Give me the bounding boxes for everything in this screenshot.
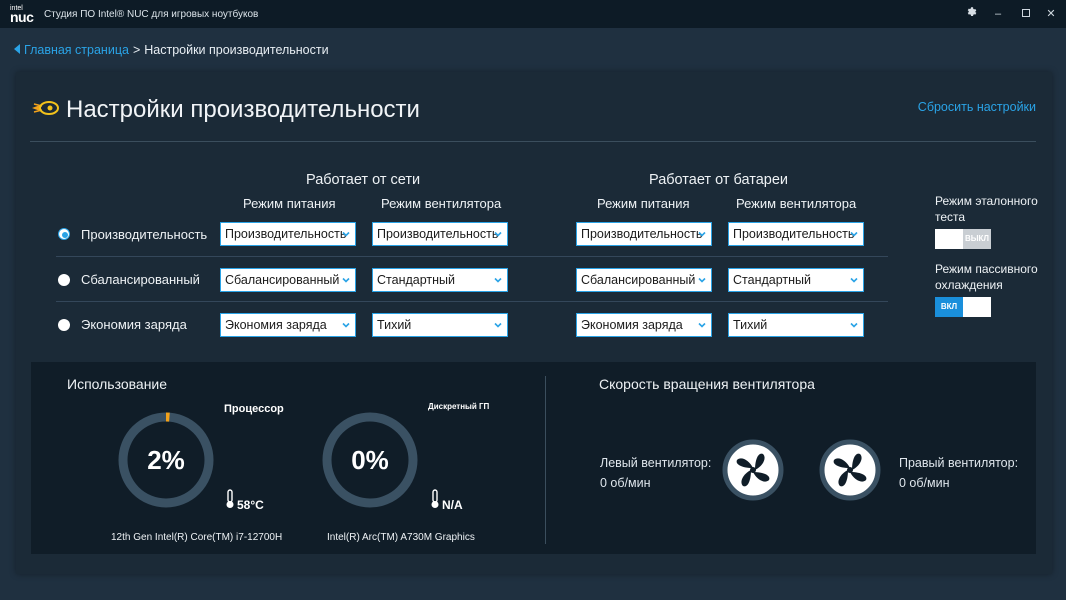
gpu-label: Дискретный ГП — [428, 402, 490, 411]
gear-icon[interactable] — [964, 6, 980, 22]
breadcrumb-separator: > — [132, 43, 141, 57]
benchmark-mode-label: Режим эталонного теста — [935, 194, 1038, 224]
battery-group-title: Работает от батареи — [649, 172, 789, 188]
performance-panel: Настройки производительности Сбросить на… — [16, 72, 1052, 574]
battery-fan-mode-header: Режим вентилятора — [736, 196, 857, 211]
chevron-down-icon — [698, 231, 706, 237]
battery-fan-mode-select-battery-saver[interactable]: Тихий — [728, 313, 864, 337]
chevron-down-icon — [850, 277, 858, 283]
intel-nuc-logo: intel nuc — [10, 5, 34, 25]
battery-fan-mode-select-performance[interactable]: Производительность — [728, 222, 864, 246]
app-title: Студия ПО Intel® NUC для игровых ноутбук… — [44, 9, 259, 20]
close-icon[interactable]: ✕ — [1043, 6, 1059, 22]
passive-cooling-toggle[interactable]: ВКЛ — [935, 297, 991, 317]
mode-radio-battery-saver[interactable] — [58, 319, 70, 331]
logo-nuc-text: nuc — [10, 9, 34, 25]
select-value: Экономия заряда — [225, 318, 327, 332]
thermometer-icon — [226, 489, 234, 508]
select-value: Сбалансированный — [225, 273, 340, 287]
minimize-icon[interactable]: – — [990, 6, 1006, 22]
left-fan-label: Левый вентилятор: — [600, 456, 712, 470]
breadcrumb-back-link[interactable]: Главная страница — [14, 43, 129, 57]
chevron-down-icon — [342, 277, 350, 283]
battery-power-mode-select-performance[interactable]: Производительность — [576, 222, 712, 246]
thermometer-icon — [431, 489, 439, 508]
chevron-down-icon — [850, 231, 858, 237]
chevron-down-icon — [494, 277, 502, 283]
right-fan-label: Правый вентилятор: — [899, 456, 1019, 470]
right-fan-readout: Правый вентилятор: 0 об/мин — [899, 453, 1018, 493]
toggle-state-on: ВКЛ — [935, 297, 963, 317]
right-fan-icon — [819, 439, 881, 501]
left-fan-icon — [722, 439, 784, 501]
select-value: Производительность — [377, 227, 499, 241]
select-value: Стандартный — [733, 273, 811, 287]
chevron-down-icon — [494, 231, 502, 237]
usage-section: Использование 2% Процессор 58°C 12th Gen… — [31, 362, 1036, 554]
battery-power-mode-select-balanced[interactable]: Сбалансированный — [576, 268, 712, 292]
usage-title: Использование — [67, 376, 168, 392]
mode-radio-performance[interactable] — [58, 228, 70, 240]
chevron-down-icon — [698, 322, 706, 328]
ac-fan-mode-select-balanced[interactable]: Стандартный — [372, 268, 508, 292]
title-divider — [30, 141, 1036, 142]
gpu-usage-value: 0% — [351, 445, 389, 475]
left-fan-readout: Левый вентилятор: 0 об/мин — [600, 453, 711, 493]
breadcrumb: Главная страница > Настройки производитель… — [14, 43, 329, 57]
chevron-down-icon — [850, 322, 858, 328]
passive-cooling-label: Режим пассивного охлаждения — [935, 262, 1038, 292]
cpu-device-name: 12th Gen Intel(R) Core(TM) i7-12700H — [111, 532, 283, 543]
select-value: Производительность — [733, 227, 855, 241]
gpu-device-name: Intel(R) Arc(TM) A730M Graphics — [327, 532, 475, 543]
select-value: Сбалансированный — [581, 273, 696, 287]
back-arrow-icon — [14, 44, 20, 54]
cpu-temperature: 58°C — [237, 498, 264, 512]
section-divider — [545, 376, 546, 544]
battery-power-mode-select-battery-saver[interactable]: Экономия заряда — [576, 313, 712, 337]
maximize-icon[interactable] — [1018, 6, 1034, 22]
select-value: Стандартный — [377, 273, 455, 287]
cpu-label: Процессор — [224, 403, 284, 415]
breadcrumb-home-label: Главная страница — [24, 43, 129, 57]
ac-power-mode-select-balanced[interactable]: Сбалансированный — [220, 268, 356, 292]
title-bar: intel nuc Студия ПО Intel® NUC для игров… — [0, 0, 1066, 28]
ac-fan-mode-select-battery-saver[interactable]: Тихий — [372, 313, 508, 337]
left-fan-speed: 0 об/мин — [600, 476, 651, 490]
ac-fan-mode-header: Режим вентилятора — [381, 196, 502, 211]
page-title: Настройки производительности — [66, 96, 420, 123]
ac-power-mode-select-performance[interactable]: Производительность — [220, 222, 356, 246]
right-fan-speed: 0 об/мин — [899, 476, 950, 490]
ac-power-mode-select-battery-saver[interactable]: Экономия заряда — [220, 313, 356, 337]
row-divider — [56, 301, 888, 302]
chevron-down-icon — [342, 322, 350, 328]
row-divider — [56, 256, 888, 257]
mode-label-performance: Производительность — [81, 227, 208, 242]
select-value: Тихий — [733, 318, 768, 332]
reset-settings-link[interactable]: Сбросить настройки — [918, 100, 1036, 114]
ac-power-group-title: Работает от сети — [306, 172, 421, 188]
chevron-down-icon — [342, 231, 350, 237]
battery-power-mode-header: Режим питания — [597, 196, 690, 211]
toggle-state-off: ВЫКЛ — [963, 229, 991, 249]
select-value: Экономия заряда — [581, 318, 683, 332]
ac-fan-mode-select-performance[interactable]: Производительность — [372, 222, 508, 246]
gpu-temperature: N/A — [442, 498, 463, 512]
benchmark-mode-toggle[interactable]: ВЫКЛ — [935, 229, 991, 249]
battery-fan-mode-select-balanced[interactable]: Стандартный — [728, 268, 864, 292]
chevron-down-icon — [494, 322, 502, 328]
mode-label-battery-saver: Экономия заряда — [81, 317, 187, 332]
select-value: Производительность — [225, 227, 347, 241]
select-value: Производительность — [581, 227, 703, 241]
mode-label-balanced: Сбалансированный — [81, 272, 200, 287]
chevron-down-icon — [698, 277, 706, 283]
cpu-usage-value: 2% — [147, 445, 185, 475]
ac-power-mode-header: Режим питания — [243, 196, 336, 211]
mode-radio-balanced[interactable] — [58, 274, 70, 286]
performance-rocket-icon — [32, 101, 59, 115]
breadcrumb-current: Настройки производительности — [144, 43, 329, 57]
fan-speed-title: Скорость вращения вентилятора — [599, 376, 815, 392]
select-value: Тихий — [377, 318, 412, 332]
